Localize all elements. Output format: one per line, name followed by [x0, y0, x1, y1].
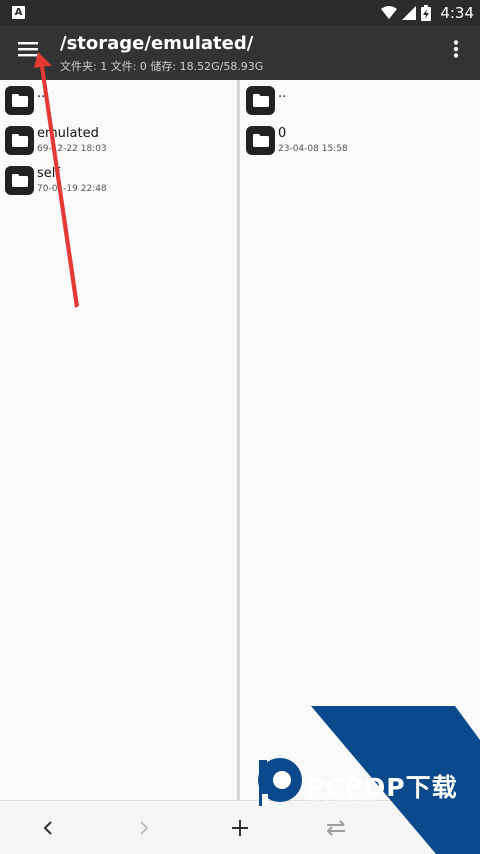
back-icon: [43, 821, 52, 835]
back-button[interactable]: [33, 813, 63, 843]
folder-icon: [246, 126, 275, 155]
file-row-self[interactable]: self 70-01-19 22:48: [0, 160, 237, 200]
file-date: 23-04-08 15:58: [278, 144, 348, 154]
file-name: emulated: [37, 126, 99, 141]
right-file-pane[interactable]: .. 0 23-04-08 15:58: [240, 80, 480, 800]
bottom-action-bar: [0, 800, 480, 854]
file-name: self: [37, 166, 60, 181]
battery-charging-icon: [421, 4, 432, 21]
app-notification-icon: A: [12, 6, 25, 19]
file-row-emulated[interactable]: emulated 69-12-22 18:03: [0, 120, 237, 160]
path-info: 文件夹: 1 文件: 0 储存: 18.52G/58.93G: [60, 60, 264, 73]
file-name: 0: [278, 126, 287, 141]
file-date: 69-12-22 18:03: [37, 144, 107, 154]
forward-button[interactable]: [129, 813, 159, 843]
menu-button[interactable]: [12, 33, 44, 65]
overflow-menu-button[interactable]: [444, 35, 468, 63]
left-file-pane[interactable]: .. emulated 69-12-22 18:03 self 70-01-19…: [0, 80, 238, 800]
file-row-parent[interactable]: ..: [240, 80, 480, 120]
file-name: ..: [37, 86, 46, 101]
file-date: 70-01-19 22:48: [37, 184, 107, 194]
clock: 4:34: [440, 3, 474, 22]
swap-panes-icon: [326, 820, 345, 836]
add-icon: [232, 820, 248, 836]
cellular-signal-icon: [402, 5, 417, 20]
file-row-0[interactable]: 0 23-04-08 15:58: [240, 120, 480, 160]
screen: A 4:34 /storage/emulated/ 文件夹: 1 文件: 0 储…: [0, 0, 480, 854]
folder-icon: [5, 126, 34, 155]
status-bar: A 4:34: [0, 0, 480, 25]
folder-icon: [5, 86, 34, 115]
more-vertical-icon: [453, 40, 459, 58]
folder-icon: [5, 166, 34, 195]
wifi-icon: [381, 5, 398, 19]
current-path: /storage/emulated/: [60, 33, 254, 54]
forward-icon: [140, 821, 149, 835]
add-button[interactable]: [225, 813, 255, 843]
folder-icon: [246, 86, 275, 115]
swap-panes-button[interactable]: [321, 813, 351, 843]
status-icons: 4:34: [381, 0, 474, 25]
hamburger-menu-icon: [18, 42, 38, 57]
file-row-parent[interactable]: ..: [0, 80, 237, 120]
toolbar: /storage/emulated/ 文件夹: 1 文件: 0 储存: 18.5…: [0, 25, 480, 80]
file-name: ..: [278, 86, 287, 101]
